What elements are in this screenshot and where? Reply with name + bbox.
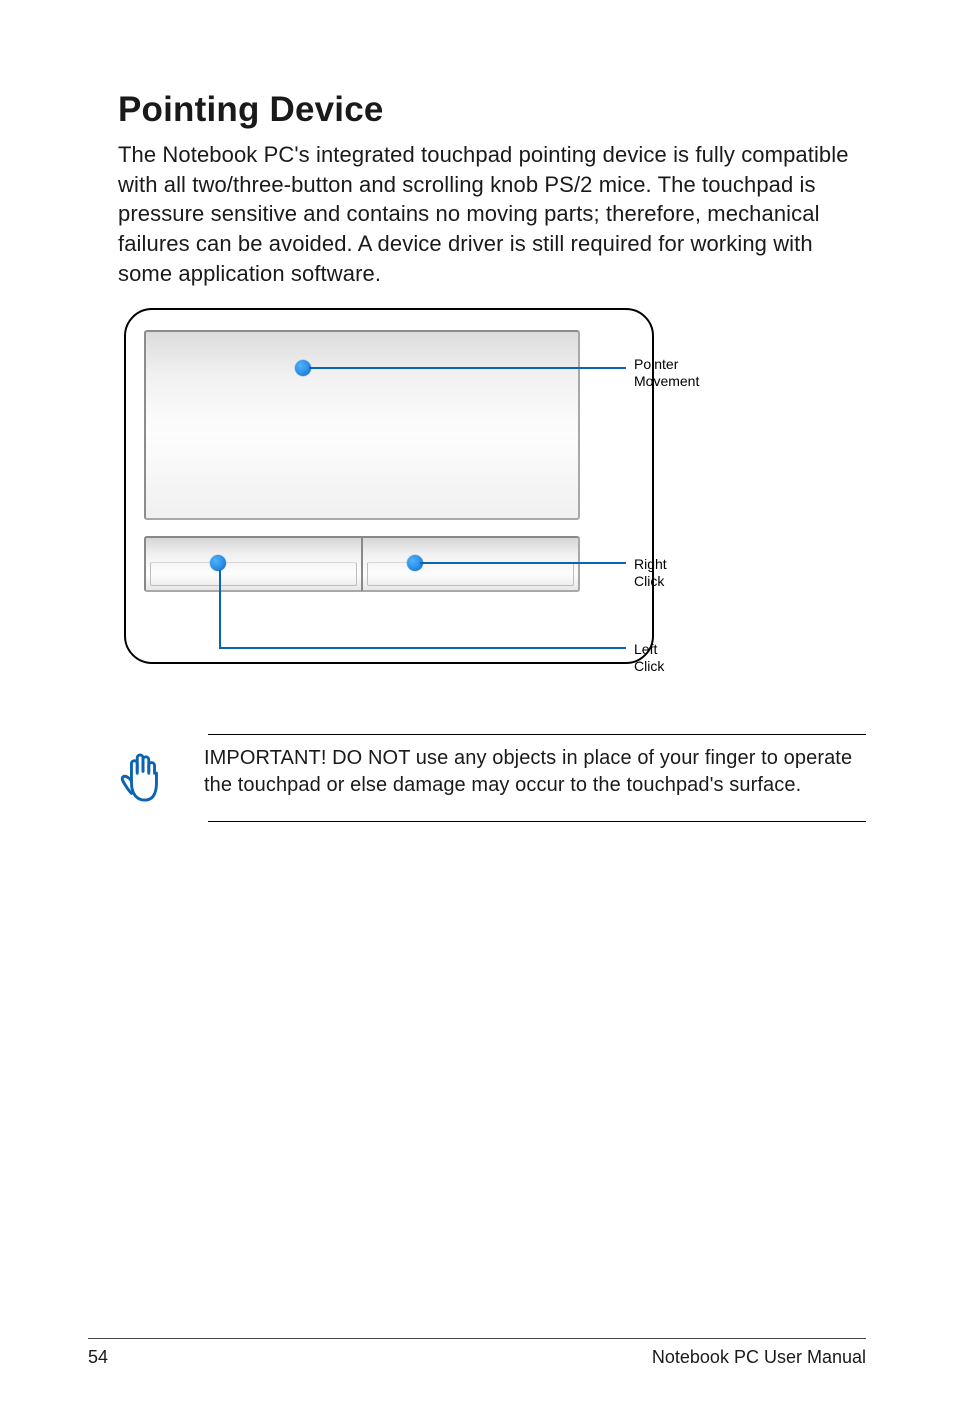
page-title: Pointing Device [118,90,866,130]
touchpad-left-button [144,536,363,592]
touchpad-diagram: Pointer Movement Right Click Left Click [124,308,654,688]
page: Pointing Device The Notebook PC's integr… [0,0,954,1418]
footer-page-number: 54 [88,1347,108,1368]
important-note-text: IMPORTANT! DO NOT use any objects in pla… [204,745,866,798]
footer-doc-title: Notebook PC User Manual [652,1347,866,1368]
label-left-click: Left Click [634,641,664,673]
touchpad-surface [144,330,580,520]
important-note: IMPORTANT! DO NOT use any objects in pla… [208,734,866,822]
intro-paragraph: The Notebook PC's integrated touchpad po… [118,140,866,288]
page-footer: 54 Notebook PC User Manual [88,1338,866,1368]
label-pointer-movement-line1: Pointer [634,356,678,372]
touchpad-right-button [361,536,580,592]
label-pointer-movement-line2: Movement [634,373,699,389]
label-right-click: Right Click [634,556,667,588]
label-pointer-movement: Pointer Movement [634,356,699,388]
caution-hand-icon [118,745,168,809]
